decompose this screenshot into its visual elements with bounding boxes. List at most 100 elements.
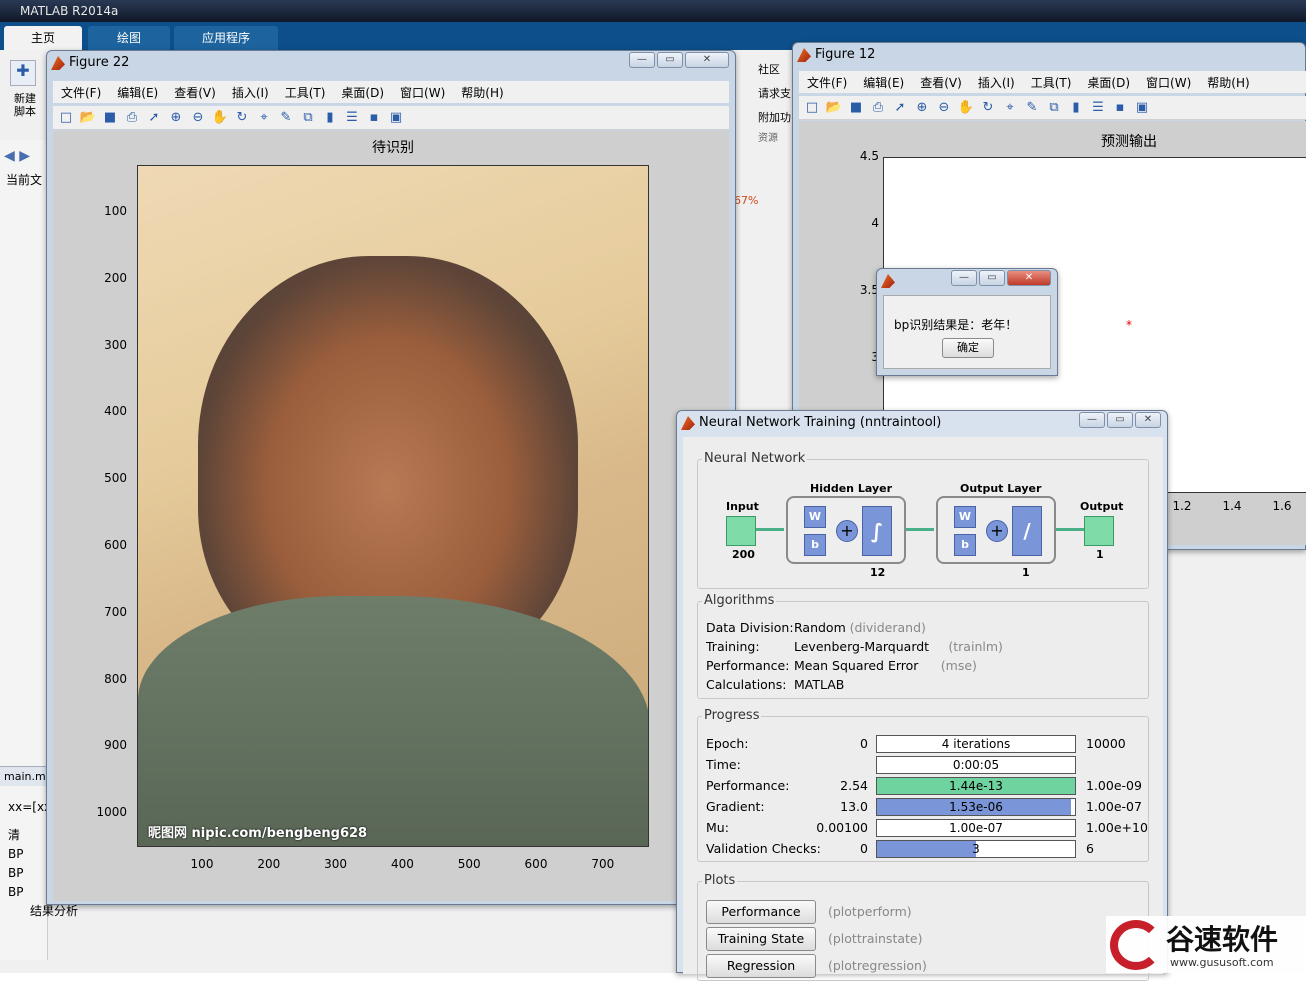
progress-start: 0.00100	[816, 820, 868, 835]
new-script-icon[interactable]: ✚	[10, 60, 36, 86]
datacursor-icon[interactable]: ⌖	[1001, 99, 1019, 117]
minimize-button[interactable]: —	[951, 270, 977, 286]
menu-tools[interactable]: 工具(T)	[1023, 74, 1080, 91]
progress-fill	[877, 841, 976, 857]
colorbar-icon[interactable]: ▮	[321, 109, 339, 127]
new-figure-icon[interactable]: □	[803, 99, 821, 117]
tab-plots[interactable]: 绘图	[88, 26, 170, 50]
legend-icon[interactable]: ☰	[1089, 99, 1107, 117]
minimize-button[interactable]: —	[629, 52, 655, 68]
minimize-button[interactable]: —	[1079, 412, 1105, 428]
data-point-marker[interactable]: *	[1126, 318, 1132, 332]
pointer-icon[interactable]: ➚	[145, 109, 163, 127]
algorithms-section: Algorithms Data Division: Random (divider…	[697, 593, 1149, 699]
close-button[interactable]: ✕	[685, 52, 729, 68]
addons-button[interactable]: 附加功	[736, 106, 796, 130]
datacursor-icon[interactable]: ⌖	[255, 109, 273, 127]
y-tick-label: 1000	[96, 805, 127, 820]
menu-window[interactable]: 窗口(W)	[392, 84, 453, 101]
plot-button[interactable]: Training State	[706, 927, 816, 951]
menu-view[interactable]: 查看(V)	[912, 74, 970, 91]
close-button[interactable]: ✕	[1135, 412, 1161, 428]
msgbox-window[interactable]: — ▭ ✕ bp识别结果是：老年！ 确定	[876, 268, 1058, 376]
open-icon[interactable]: 📂	[79, 109, 97, 127]
zoom-in-icon[interactable]: ⊕	[167, 109, 185, 127]
history-item[interactable]: 清	[8, 826, 48, 845]
progress-label: Validation Checks:	[706, 841, 821, 856]
figure22-window[interactable]: Figure 22 — ▭ ✕ 文件(F) 编辑(E) 查看(V) 插入(I) …	[46, 50, 736, 905]
new-figure-icon[interactable]: □	[57, 109, 75, 127]
pan-icon[interactable]: ✋	[211, 109, 229, 127]
algorithm-value: MATLAB	[794, 677, 845, 692]
image-axes[interactable]: 昵图网 nipic.com/bengbeng628	[137, 165, 649, 847]
community-button[interactable]: 社区	[736, 58, 796, 82]
show-tools-icon[interactable]: ▣	[1133, 99, 1151, 117]
resources-label: 资源	[758, 133, 778, 144]
history-item[interactable]: BP	[8, 864, 48, 883]
plot-button[interactable]: Regression	[706, 954, 816, 978]
hide-tools-icon[interactable]: ▪	[365, 109, 383, 127]
rotate-icon[interactable]: ↻	[979, 99, 997, 117]
brush-icon[interactable]: ✎	[277, 109, 295, 127]
tab-home[interactable]: 主页	[4, 26, 82, 50]
y-tick-label: 3	[849, 350, 879, 364]
input-label: Input	[726, 500, 759, 513]
history-item[interactable]: BP	[8, 883, 48, 902]
menu-insert[interactable]: 插入(I)	[970, 74, 1023, 91]
plot-function: (plottrainstate)	[828, 931, 923, 946]
request-support-button[interactable]: 请求支	[736, 82, 796, 106]
menu-file[interactable]: 文件(F)	[799, 74, 855, 91]
print-icon[interactable]: ⎙	[869, 99, 887, 117]
editor-tab[interactable]: main.m	[0, 766, 48, 786]
maximize-button[interactable]: ▭	[1107, 412, 1133, 428]
menu-help[interactable]: 帮助(H)	[453, 84, 511, 101]
new-script-label[interactable]: 新建 脚本	[8, 92, 42, 118]
pointer-icon[interactable]: ➚	[891, 99, 909, 117]
back-icon[interactable]: ◀ ▶	[4, 148, 30, 164]
hide-tools-icon[interactable]: ▪	[1111, 99, 1129, 117]
algorithm-label: Data Division:	[706, 620, 794, 635]
link-icon[interactable]: ⧉	[299, 109, 317, 127]
hidden-layer-label: Hidden Layer	[810, 482, 892, 495]
link-icon[interactable]: ⧉	[1045, 99, 1063, 117]
menu-edit[interactable]: 编辑(E)	[855, 74, 912, 91]
plot-button[interactable]: Performance	[706, 900, 816, 924]
menu-file[interactable]: 文件(F)	[53, 84, 109, 101]
algorithm-function: (trainlm)	[948, 639, 1003, 654]
tab-apps[interactable]: 应用程序	[174, 26, 278, 50]
menu-desktop[interactable]: 桌面(D)	[333, 84, 392, 101]
brush-icon[interactable]: ✎	[1023, 99, 1041, 117]
algorithm-value: Mean Squared Error	[794, 658, 919, 673]
save-icon[interactable]: ■	[101, 109, 119, 127]
history-item[interactable]: BP	[8, 845, 48, 864]
algorithm-label: Performance:	[706, 658, 790, 673]
matlab-logo-icon	[681, 416, 695, 430]
zoom-out-icon[interactable]: ⊖	[189, 109, 207, 127]
menu-desktop[interactable]: 桌面(D)	[1079, 74, 1138, 91]
save-icon[interactable]: ■	[847, 99, 865, 117]
nntraintool-window[interactable]: Neural Network Training (nntraintool) — …	[676, 410, 1168, 981]
menu-insert[interactable]: 插入(I)	[224, 84, 277, 101]
menu-help[interactable]: 帮助(H)	[1199, 74, 1257, 91]
menu-tools[interactable]: 工具(T)	[277, 84, 334, 101]
menu-window[interactable]: 窗口(W)	[1138, 74, 1199, 91]
pan-icon[interactable]: ✋	[957, 99, 975, 117]
logo-url: www.gususoft.com	[1170, 956, 1274, 969]
output-node-icon	[1084, 516, 1114, 546]
print-icon[interactable]: ⎙	[123, 109, 141, 127]
maximize-button[interactable]: ▭	[979, 270, 1005, 286]
maximize-button[interactable]: ▭	[657, 52, 683, 68]
colorbar-icon[interactable]: ▮	[1067, 99, 1085, 117]
rotate-icon[interactable]: ↻	[233, 109, 251, 127]
ok-button[interactable]: 确定	[942, 338, 994, 358]
legend-icon[interactable]: ☰	[343, 109, 361, 127]
zoom-out-icon[interactable]: ⊖	[935, 99, 953, 117]
open-icon[interactable]: 📂	[825, 99, 843, 117]
progress-bar: 1.53e-06	[876, 798, 1076, 816]
show-tools-icon[interactable]: ▣	[387, 109, 405, 127]
menu-view[interactable]: 查看(V)	[166, 84, 224, 101]
zoom-in-icon[interactable]: ⊕	[913, 99, 931, 117]
x-tick-label: 1.4	[1222, 499, 1242, 513]
close-button[interactable]: ✕	[1007, 270, 1051, 286]
menu-edit[interactable]: 编辑(E)	[109, 84, 166, 101]
